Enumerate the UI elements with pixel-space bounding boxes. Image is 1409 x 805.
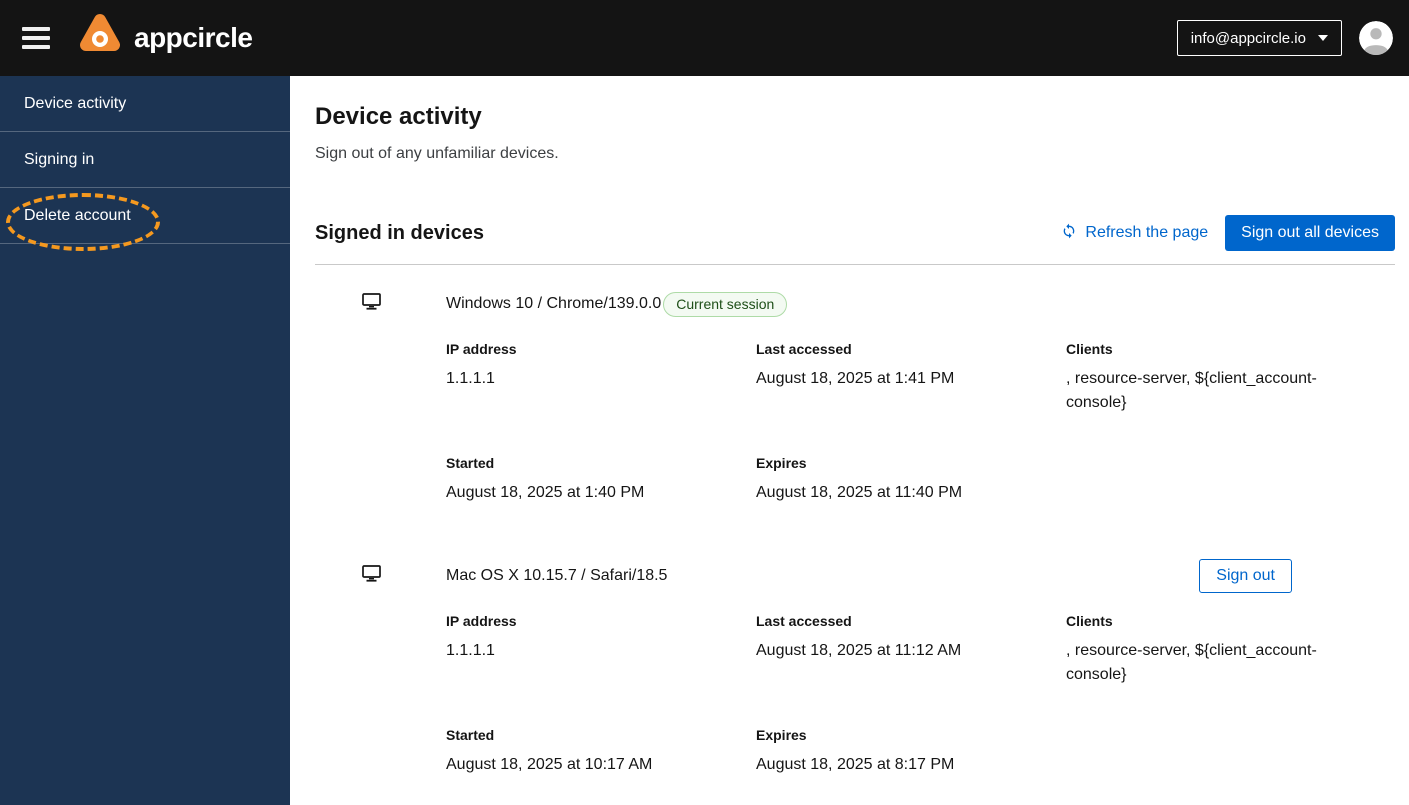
field-value: August 18, 2025 at 1:40 PM <box>446 484 645 501</box>
chevron-down-icon <box>1318 35 1328 41</box>
field-clients: Clients , resource-server, ${client_acco… <box>1066 341 1395 415</box>
field-label: Started <box>446 455 495 471</box>
field-label: Started <box>446 727 495 743</box>
field-value: August 18, 2025 at 11:12 AM <box>756 642 962 659</box>
field-label: Last accessed <box>756 341 852 357</box>
app-window: appcircle info@appcircle.io Device activ… <box>0 0 1409 805</box>
sidebar-item-label: Signing in <box>24 150 95 168</box>
device-row-mac: Mac OS X 10.15.7 / Safari/18.5 Sign out … <box>315 537 1395 805</box>
field-empty <box>1066 455 1395 505</box>
field-label: IP address <box>446 341 517 357</box>
field-value: August 18, 2025 at 8:17 PM <box>756 756 955 773</box>
avatar[interactable] <box>1359 21 1393 55</box>
field-label: Clients <box>1066 613 1113 629</box>
field-ip-address: IP address 1.1.1.1 <box>446 341 756 415</box>
field-started: Started August 18, 2025 at 1:40 PM <box>446 455 756 505</box>
desktop-monitor-icon <box>362 293 381 314</box>
sidebar-item-delete-account[interactable]: Delete account <box>0 188 290 244</box>
field-empty <box>1066 727 1395 777</box>
device-icon-col <box>315 291 446 505</box>
brand-name: appcircle <box>134 22 253 53</box>
hamburger-menu-icon[interactable] <box>22 27 50 49</box>
sign-out-device-button[interactable]: Sign out <box>1199 559 1292 593</box>
sidebar-item-label: Delete account <box>24 206 131 224</box>
field-value: , resource-server, ${client_account-cons… <box>1066 370 1317 411</box>
appcircle-logo: appcircle <box>74 10 253 67</box>
field-label: Expires <box>756 727 807 743</box>
section-title: Signed in devices <box>315 221 484 244</box>
current-session-badge: Current session <box>663 291 788 317</box>
sidebar-item-label: Device activity <box>24 94 127 112</box>
sidebar-item-signing-in[interactable]: Signing in <box>0 132 290 188</box>
appcircle-logo-icon <box>74 10 126 67</box>
field-value: 1.1.1.1 <box>446 370 495 387</box>
field-last-accessed: Last accessed August 18, 2025 at 11:12 A… <box>756 613 1066 687</box>
field-value: 1.1.1.1 <box>446 642 495 659</box>
page-title: Device activity <box>315 103 482 130</box>
signed-in-devices-header: Signed in devices Refresh the page Sign … <box>315 215 1395 251</box>
field-value: August 18, 2025 at 10:17 AM <box>446 756 653 773</box>
field-started: Started August 18, 2025 at 10:17 AM <box>446 727 756 777</box>
refresh-label: Refresh the page <box>1085 224 1209 241</box>
device-row-windows: Windows 10 / Chrome/139.0.0 Current sess… <box>315 265 1395 537</box>
sidebar-nav: Device activity Signing in Delete accoun… <box>0 76 290 805</box>
sidebar-item-device-activity[interactable]: Device activity <box>0 76 290 132</box>
field-last-accessed: Last accessed August 18, 2025 at 1:41 PM <box>756 341 1066 415</box>
user-menu-dropdown[interactable]: info@appcircle.io <box>1176 20 1342 56</box>
device-icon-col <box>315 563 446 777</box>
field-label: Clients <box>1066 341 1113 357</box>
field-expires: Expires August 18, 2025 at 8:17 PM <box>756 727 1066 777</box>
field-label: Expires <box>756 455 807 471</box>
refresh-icon <box>1061 223 1077 244</box>
sign-out-all-devices-button[interactable]: Sign out all devices <box>1225 215 1395 251</box>
device-title: Mac OS X 10.15.7 / Safari/18.5 <box>446 567 668 584</box>
field-label: IP address <box>446 613 517 629</box>
device-details-grid: IP address 1.1.1.1 Last accessed August … <box>446 613 1395 777</box>
header-right: info@appcircle.io <box>1176 20 1393 56</box>
field-ip-address: IP address 1.1.1.1 <box>446 613 756 687</box>
top-header: appcircle info@appcircle.io <box>0 0 1409 76</box>
field-clients: Clients , resource-server, ${client_acco… <box>1066 613 1395 687</box>
field-label: Last accessed <box>756 613 852 629</box>
field-value: August 18, 2025 at 11:40 PM <box>756 484 963 501</box>
page-subtitle: Sign out of any unfamiliar devices. <box>315 145 559 162</box>
user-email: info@appcircle.io <box>1190 29 1306 47</box>
device-details-grid: IP address 1.1.1.1 Last accessed August … <box>446 341 1395 505</box>
field-value: August 18, 2025 at 1:41 PM <box>756 370 955 387</box>
desktop-monitor-icon <box>362 565 381 586</box>
device-title: Windows 10 / Chrome/139.0.0 <box>446 295 662 312</box>
main-content: Device activity Sign out of any unfamili… <box>290 76 1409 805</box>
refresh-page-link[interactable]: Refresh the page <box>1061 223 1208 244</box>
field-expires: Expires August 18, 2025 at 11:40 PM <box>756 455 1066 505</box>
field-value: , resource-server, ${client_account-cons… <box>1066 642 1317 683</box>
